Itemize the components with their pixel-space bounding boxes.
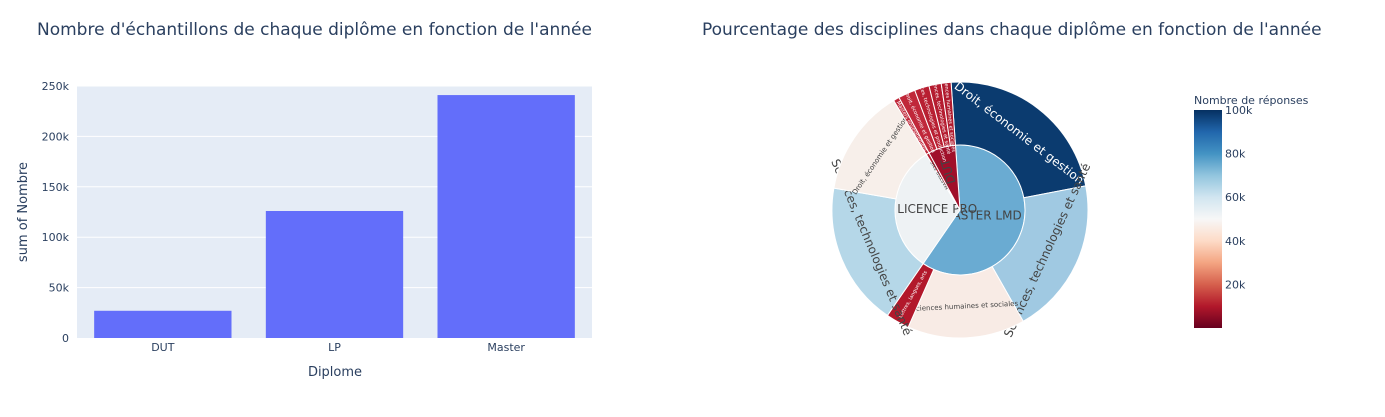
bar-x-ticks: DUT LP Master: [151, 341, 525, 354]
sunburst-inner-label: DUT: [938, 157, 959, 186]
bar-x-tick-label: DUT: [151, 341, 175, 354]
colorbar-tick-label: 80k: [1225, 148, 1246, 161]
bar-y-tick-label: 50k: [49, 282, 70, 295]
bar-y-axis-title: sum of Nombre: [16, 162, 31, 262]
colorbar-tick-label: 60k: [1225, 191, 1246, 204]
sunburst-inner-label: LICENCE PRO: [897, 202, 977, 216]
bar-x-tick-label: Master: [487, 341, 525, 354]
sunburst-outer-segment: [892, 96, 930, 156]
sunburst-inner-label: MASTER ENS: [930, 159, 951, 190]
bar-x-axis-title: Diplome: [308, 365, 362, 380]
colorbar-ticks: 20k 40k 60k 80k 100k: [1225, 104, 1253, 291]
bar: [265, 210, 404, 338]
sunburst-inner-segment: [894, 153, 961, 265]
sunburst-outer-segment: [907, 265, 1024, 339]
bar-y-tick-label: 0: [62, 332, 69, 345]
sunburst-rings: Droit, économie et gestionSciences, tech…: [828, 73, 1093, 339]
bar-y-tick-label: 150k: [42, 181, 70, 194]
sunburst-outer-label: Sciences, technologies et production: [914, 73, 947, 163]
sunburst-inner-segment: [928, 144, 961, 211]
sunburst-outer-segment: [928, 82, 952, 148]
sunburst-outer-segment: [886, 262, 935, 328]
bar-y-ticks: 0 50k 100k 150k 200k 250k: [42, 80, 70, 345]
sunburst-outer-segment: [950, 81, 1087, 199]
sunburst-outer-label: Droit, économie et gestion: [903, 91, 937, 154]
bar-y-tick-label: 100k: [42, 231, 70, 244]
sunburst-outer-label: Droit, économie et gestion: [952, 79, 1087, 187]
sunburst-outer-label: Sciences humaines et sociales: [942, 76, 956, 153]
sunburst-outer-segment: [898, 89, 938, 154]
bar-y-tick-label: 250k: [42, 80, 70, 93]
bar-chart: Nombre d'échantillons de chaque diplôme …: [16, 20, 592, 380]
bar-y-tick-label: 200k: [42, 130, 70, 143]
sunburst-outer-segment: [831, 187, 924, 317]
bar: [94, 310, 232, 338]
colorbar-tick-label: 40k: [1225, 235, 1246, 248]
sunburst-outer-label: Sciences humaines et sociales: [911, 300, 1018, 313]
sunburst-inner-segment: [925, 152, 961, 211]
bar-x-tick-label: LP: [328, 341, 341, 354]
sunburst-chart-title: Pourcentage des disciplines dans chaque …: [702, 20, 1322, 40]
colorbar-tick-label: 20k: [1225, 278, 1246, 291]
sunburst-outer-segment: [914, 85, 945, 150]
colorbar-title: Nombre de réponses: [1194, 94, 1309, 107]
sunburst-outer-segment: [940, 81, 956, 147]
sunburst-inner-segment: [922, 144, 1026, 276]
sunburst-outer-label: Sciences, technologies et santé: [1001, 161, 1093, 339]
colorbar: [1194, 110, 1222, 328]
sunburst-outer-label: Sciences, technologies et santé: [828, 157, 915, 337]
colorbar-tick-label: 100k: [1225, 104, 1253, 117]
sunburst-outer-label: Droit, économie et gestion: [851, 115, 910, 196]
sunburst-outer-segment: [833, 99, 928, 200]
bar: [437, 95, 575, 339]
bar-chart-title: Nombre d'échantillons de chaque diplôme …: [37, 20, 592, 40]
sunburst-inner-label: MASTER LMD: [942, 208, 1022, 222]
sunburst-outer-label: Masters enseignement: [895, 100, 929, 153]
sunburst-outer-label: Lettres, langues, arts: [898, 270, 929, 320]
sunburst-outer-segment: [991, 185, 1089, 322]
sunburst-outer-label: Sciences, technologies et santé: [930, 76, 952, 155]
